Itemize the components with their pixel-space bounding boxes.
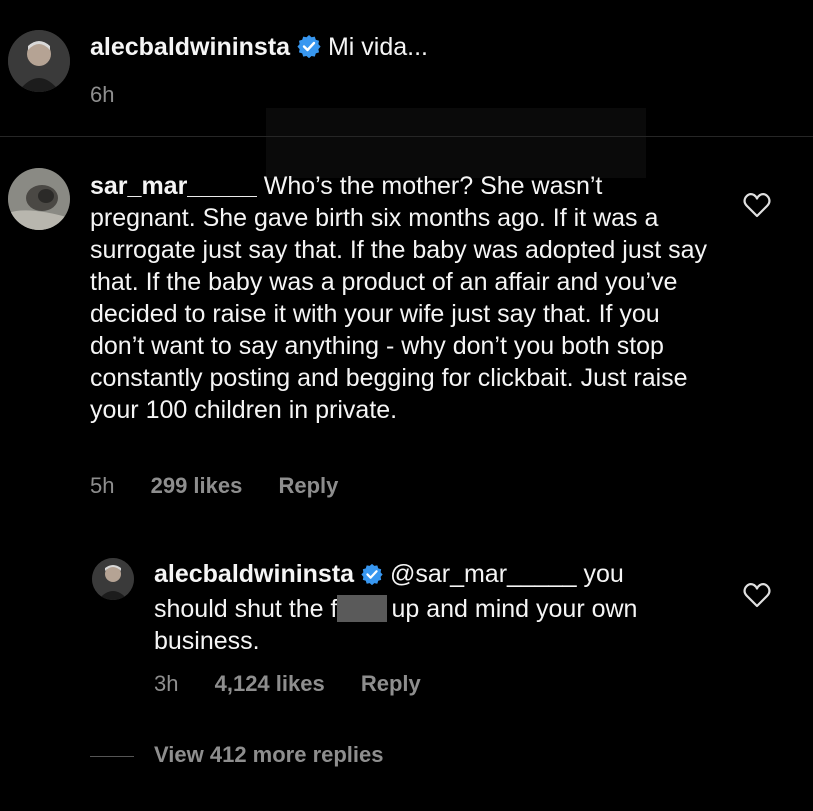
verified-badge-icon <box>297 33 321 67</box>
post-caption-row: alecbaldwininsta Mi vida... <box>90 30 428 67</box>
background-ghost-overlay <box>266 108 646 178</box>
view-more-label: View 412 more replies <box>154 742 384 767</box>
reply-author-avatar[interactable] <box>92 558 134 600</box>
verified-badge-icon <box>361 561 383 593</box>
comment-reply-button[interactable]: Reply <box>278 473 338 498</box>
post-time: 6h <box>90 82 115 107</box>
post-author-avatar[interactable] <box>8 30 70 92</box>
post-caption: Mi vida... <box>327 33 428 61</box>
comment-like-heart-icon[interactable] <box>743 192 771 218</box>
divider <box>0 136 813 137</box>
reply-likes[interactable]: 4,124 likes <box>215 671 325 696</box>
reply-body: alecbaldwininsta @sar_mar_____ you shoul… <box>154 558 694 657</box>
view-more-replies-button[interactable]: View 412 more replies <box>90 742 384 768</box>
censor-block <box>337 595 388 622</box>
comment-body: sar_mar_____ Who’s the mother? She wasn’… <box>90 170 710 426</box>
comment-time: 5h <box>90 473 115 498</box>
view-more-line <box>90 755 134 757</box>
comment-text: Who’s the mother? She wasn’t pregnant. S… <box>90 172 708 424</box>
comment-meta: 5h 299 likes Reply <box>90 473 368 499</box>
reply-time: 3h <box>154 671 179 696</box>
comment-likes[interactable]: 299 likes <box>151 473 243 498</box>
reply-meta: 3h 4,124 likes Reply <box>154 671 451 697</box>
reply-reply-button[interactable]: Reply <box>361 671 421 696</box>
comment-username[interactable]: sar_mar_____ <box>90 172 257 200</box>
comment-author-avatar[interactable] <box>8 168 70 230</box>
reply-username[interactable]: alecbaldwininsta <box>154 560 354 588</box>
reply-mention[interactable]: @sar_mar_____ <box>390 560 577 588</box>
post-username[interactable]: alecbaldwininsta <box>90 33 290 61</box>
reply-like-heart-icon[interactable] <box>743 582 771 608</box>
